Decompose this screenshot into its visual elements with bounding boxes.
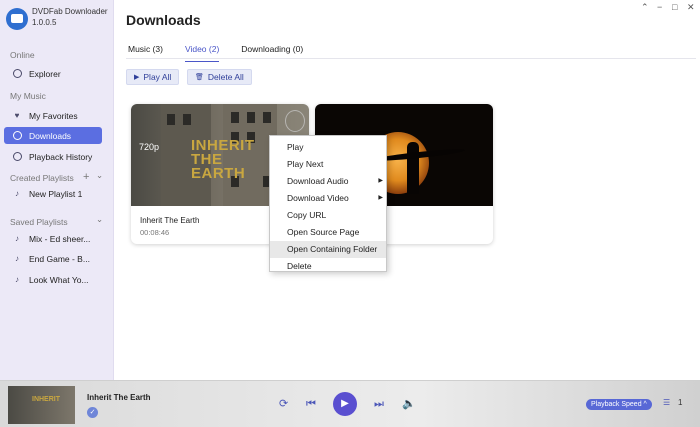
section-my-music: My Music [10, 91, 46, 101]
saved-toggle-icon[interactable]: ⌄ [96, 214, 103, 225]
queue-count: 1 [678, 398, 683, 407]
saved-playlist-item[interactable]: ♪ Look What Yo... [4, 271, 102, 288]
now-playing-title: Inherit The Earth [87, 393, 151, 402]
play-icon: ▶ [134, 74, 140, 81]
playlist-label: Look What Yo... [29, 274, 89, 285]
app-version: 1.0.0.5 [32, 18, 57, 27]
globe-icon [12, 69, 22, 79]
player-bar: INHERIT Inherit The Earth ✓ ⟳ ⏮ ▶ ⏭ 🔈 Pl… [0, 380, 700, 427]
menu-item-download-audio[interactable]: Download Audio ▶ [270, 173, 386, 190]
play-all-label: Play All [143, 72, 172, 82]
app-name: DVDFab Downloader [32, 7, 108, 16]
history-icon [12, 152, 22, 162]
section-created-playlists: Created Playlists [10, 173, 74, 183]
play-button[interactable]: ▶ [333, 392, 357, 416]
window-extra-button[interactable]: ⌃ [641, 2, 649, 13]
award-laurel-icon [285, 110, 305, 132]
thumbnail-title: INHERIT THE EARTH [191, 137, 255, 182]
menu-item-play[interactable]: Play [270, 139, 386, 156]
menu-item-copy-url[interactable]: Copy URL [270, 207, 386, 224]
sidebar: DVDFab Downloader 1.0.0.5 Online Explore… [0, 0, 114, 380]
delete-all-button[interactable]: 🗑 Delete All [187, 69, 252, 85]
video-duration: 00:08:46 [140, 228, 170, 237]
menu-item-delete[interactable]: Delete [270, 258, 386, 275]
tab-downloading[interactable]: Downloading (0) [241, 44, 303, 58]
section-saved-playlists: Saved Playlists [10, 217, 68, 227]
page-title: Downloads [126, 12, 201, 28]
sidebar-item-label: Playback History [29, 151, 93, 162]
app-logo [6, 8, 28, 30]
saved-playlist-item[interactable]: ♪ Mix - Ed sheer... [4, 230, 102, 247]
menu-item-open-source-page[interactable]: Open Source Page [270, 224, 386, 241]
music-note-icon: ♪ [15, 189, 19, 198]
minimize-button[interactable]: − [657, 2, 662, 12]
trash-icon: 🗑 [195, 74, 204, 81]
close-button[interactable]: ✕ [687, 2, 695, 13]
sidebar-item-label: Explorer [29, 68, 61, 79]
queue-icon[interactable]: ☰ [663, 398, 670, 407]
playlist-label: Mix - Ed sheer... [29, 233, 91, 244]
playback-speed-button[interactable]: Playback Speed ^ [586, 399, 652, 410]
submenu-arrow-icon: ▶ [378, 195, 383, 201]
maximize-button[interactable]: □ [672, 2, 677, 12]
playlist-label: End Game - B... [29, 253, 90, 264]
tab-video[interactable]: Video (2) [184, 44, 220, 62]
playlist-item[interactable]: ♪ New Playlist 1 [4, 185, 102, 202]
download-icon [12, 131, 22, 141]
video-title: Inherit The Earth [140, 216, 200, 225]
quality-badge: 720p [139, 142, 160, 152]
saved-playlist-item[interactable]: ♪ End Game - B... [4, 250, 102, 267]
volume-icon[interactable]: 🔈 [402, 398, 416, 410]
play-all-button[interactable]: ▶ Play All [126, 69, 180, 85]
music-note-icon: ♪ [15, 275, 19, 284]
check-icon: ✓ [87, 407, 98, 418]
tab-bar: Music (3) Video (2) Downloading (0) [128, 44, 325, 62]
created-toggle-icon[interactable]: ⌄ [96, 170, 103, 181]
sidebar-item-label: My Favorites [29, 110, 78, 121]
add-playlist-button[interactable]: + [83, 171, 89, 183]
menu-item-play-next[interactable]: Play Next [270, 156, 386, 173]
heart-icon: ♥ [14, 111, 20, 120]
context-menu: Play Play Next Download Audio ▶ Download … [269, 135, 387, 272]
tab-divider [126, 58, 696, 59]
menu-item-download-video[interactable]: Download Video ▶ [270, 190, 386, 207]
sidebar-item-favorites[interactable]: ♥ My Favorites [4, 107, 102, 124]
previous-icon[interactable]: ⏮ [306, 398, 316, 410]
menu-item-open-containing-folder[interactable]: Open Containing Folder [270, 241, 386, 258]
tab-music[interactable]: Music (3) [128, 44, 163, 58]
delete-all-label: Delete All [207, 72, 244, 82]
music-note-icon: ♪ [15, 254, 19, 263]
brand: DVDFab Downloader 1.0.0.5 [6, 6, 108, 30]
sidebar-item-history[interactable]: Playback History [4, 148, 102, 165]
play-icon: ▶ [341, 398, 349, 409]
sidebar-item-explorer[interactable]: Explorer [4, 65, 102, 82]
section-online: Online [10, 50, 35, 60]
playlist-label: New Playlist 1 [29, 188, 83, 199]
music-note-icon: ♪ [15, 234, 19, 243]
sidebar-item-downloads[interactable]: Downloads [4, 127, 102, 144]
next-icon[interactable]: ⏭ [374, 398, 384, 410]
sidebar-item-label: Downloads [29, 130, 72, 141]
repeat-icon[interactable]: ⟳ [279, 398, 288, 410]
now-playing-thumbnail[interactable]: INHERIT [8, 386, 75, 424]
submenu-arrow-icon: ▶ [378, 178, 383, 184]
